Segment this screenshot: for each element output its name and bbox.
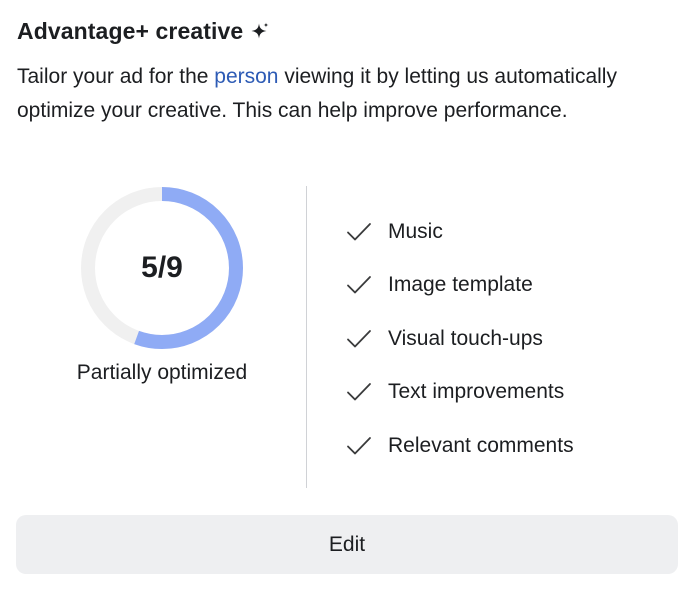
- sparkle-icon: [251, 22, 269, 38]
- advantage-creative-card: Advantage+ creative Tailor your ad for t…: [0, 0, 700, 590]
- progress-value: 5/9: [141, 251, 183, 284]
- checkmark-icon: [347, 383, 371, 401]
- feature-label: Relevant comments: [388, 433, 574, 457]
- section-title: Advantage+ creative: [17, 18, 270, 45]
- feature-item-visual-touch-ups: Visual touch-ups: [346, 312, 574, 366]
- section-title-text: Advantage+ creative: [17, 18, 244, 44]
- feature-label: Visual touch-ups: [388, 326, 543, 350]
- feature-label: Image template: [388, 273, 533, 297]
- feature-list: Music Image template Visual touch-ups Te…: [346, 205, 574, 473]
- checkmark-icon: [347, 222, 371, 241]
- feature-item-relevant-comments: Relevant comments: [346, 419, 574, 473]
- checkmark-icon: [347, 436, 371, 455]
- checkmark-icon: [347, 276, 371, 294]
- edit-button[interactable]: Edit: [16, 515, 678, 574]
- feature-item-image-template: Image template: [346, 259, 574, 313]
- feature-item-music: Music: [346, 205, 574, 259]
- feature-label: Text improvements: [388, 380, 565, 404]
- checkmark-icon: [347, 329, 371, 348]
- feature-item-text-improvements: Text improvements: [346, 366, 574, 420]
- feature-label: Music: [388, 219, 443, 243]
- person-link[interactable]: person: [214, 65, 278, 88]
- description: Tailor your ad for the person viewing it…: [17, 60, 677, 128]
- vertical-divider: [306, 186, 307, 488]
- optimization-progress-ring: 5/9: [80, 186, 244, 350]
- optimization-status: Partially optimized: [76, 361, 248, 384]
- description-text-start: Tailor your ad for the: [17, 65, 215, 88]
